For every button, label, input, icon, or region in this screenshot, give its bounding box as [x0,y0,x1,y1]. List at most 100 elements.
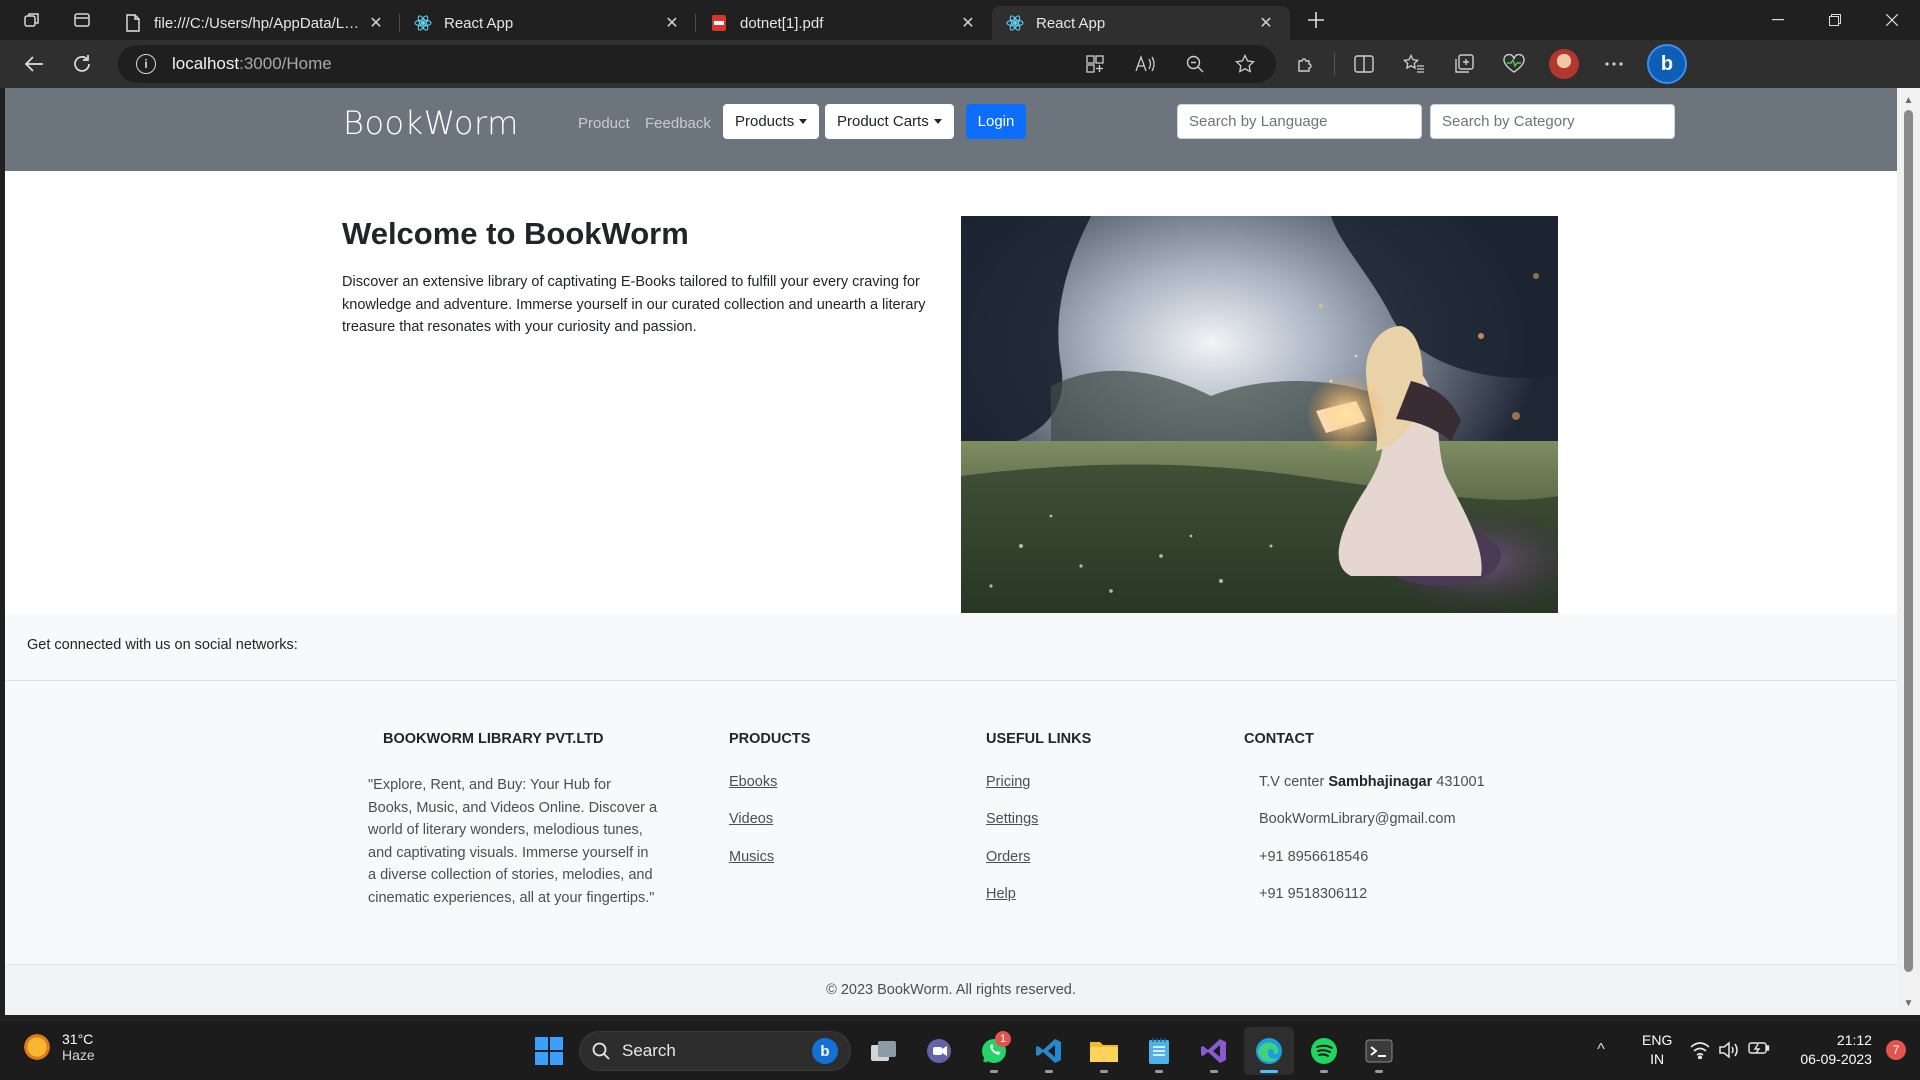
close-icon[interactable]: ✕ [958,13,978,33]
clock-date: 06-09-2023 [1800,1051,1872,1067]
running-indicator [1375,1070,1383,1073]
battery-icon [1748,1042,1770,1054]
lang-top: ENG [1642,1032,1673,1048]
brand-logo[interactable]: BookWorm [343,104,519,142]
login-button[interactable]: Login [966,104,1026,139]
refresh-icon[interactable] [58,44,106,84]
taskbar-apps: Search b 1 [524,1027,1409,1075]
weather-temp: 31°C [62,1031,94,1047]
browser-tab-4[interactable]: React App ✕ [992,6,1290,40]
footer-link-videos[interactable]: Videos [729,811,773,827]
react-icon [414,14,432,32]
favorites-icon[interactable] [1389,45,1439,83]
edge-button[interactable] [1244,1027,1294,1075]
taskbar-search-label: Search [622,1041,676,1060]
product-carts-dropdown[interactable]: Product Carts [825,104,954,139]
running-indicator [1045,1070,1053,1073]
products-dropdown[interactable]: Products [723,104,820,139]
browser-tab-3[interactable]: dotnet[1].pdf ✕ [696,6,992,40]
footer-contact-heading: CONTACT [1244,731,1314,747]
favorite-star-icon[interactable] [1220,45,1270,83]
search-category-input[interactable] [1430,104,1675,139]
toolbar-divider [1334,52,1335,76]
spotify-icon [1311,1038,1337,1064]
address-prefix: T.V center [1259,774,1329,790]
minimize-icon[interactable] [1749,0,1806,40]
zoom-out-icon[interactable] [1170,45,1220,83]
running-indicator [990,1070,998,1073]
taskbar-clock[interactable]: 21:12 06-09-2023 [1800,1031,1872,1069]
tab-title: file:///C:/Users/hp/AppData/Local/Temp [154,14,366,32]
chevron-up-icon[interactable]: ^ [1586,1041,1616,1059]
tab-title: React App [1036,14,1106,32]
tab-actions-icon[interactable] [62,0,102,40]
notification-badge[interactable]: 7 [1885,1040,1906,1060]
read-aloud-icon[interactable] [1120,45,1170,83]
page-viewport: BookWorm Product Feedback Products Produ… [5,88,1897,1015]
scrollbar-thumb[interactable] [1904,110,1913,972]
address-pin: 431001 [1432,774,1485,790]
search-language-input[interactable] [1177,104,1422,139]
browser-essentials-icon[interactable] [1489,45,1539,83]
footer-link-ebooks[interactable]: Ebooks [729,774,777,790]
browser-tab-2[interactable]: React App ✕ [400,6,696,40]
close-icon[interactable]: ✕ [662,13,682,33]
more-options-icon[interactable] [1589,45,1639,83]
new-tab-button[interactable] [1296,0,1336,40]
bing-copilot-icon[interactable]: b [1647,44,1687,84]
weather-widget[interactable]: 31°C Haze [22,1031,95,1063]
pdf-icon [710,14,728,32]
site-info-icon[interactable]: i [136,54,156,74]
hero-title: Welcome to BookWorm [342,216,689,251]
restore-icon[interactable] [1806,0,1863,40]
search-icon [592,1042,610,1060]
caret-down-icon [799,119,808,124]
task-view-button[interactable] [859,1027,909,1075]
running-indicator [1260,1070,1278,1073]
address-city: Sambhajinagar [1328,774,1433,790]
scroll-down-icon[interactable]: ▼ [1897,993,1920,1013]
footer-link-orders[interactable]: Orders [986,849,1030,865]
sun-haze-icon [22,1032,52,1062]
close-icon[interactable]: ✕ [366,13,386,33]
footer-link-musics[interactable]: Musics [729,849,774,865]
vscode-button[interactable] [1024,1027,1074,1075]
teams-chat-icon [927,1039,951,1063]
extensions-icon[interactable] [1280,45,1330,83]
footer-link-help[interactable]: Help [986,886,1016,902]
file-explorer-button[interactable] [1079,1027,1129,1075]
spotify-button[interactable] [1299,1027,1349,1075]
profile-avatar[interactable] [1539,45,1589,83]
page-scrollbar[interactable]: ▲ ▼ [1897,88,1920,1015]
quick-settings[interactable] [1690,1041,1770,1059]
scroll-up-icon[interactable]: ▲ [1897,90,1920,110]
close-icon[interactable]: ✕ [1256,13,1276,33]
back-icon[interactable] [10,44,58,84]
notepad-button[interactable] [1134,1027,1184,1075]
terminal-button[interactable] [1354,1027,1404,1075]
start-button[interactable] [524,1027,574,1075]
footer-link-settings[interactable]: Settings [986,811,1038,827]
split-screen-icon[interactable] [1339,45,1389,83]
visual-studio-icon [1201,1039,1226,1063]
file-icon [124,14,142,32]
address-bar-actions [1070,45,1270,83]
taskbar-search[interactable]: Search b [579,1031,851,1071]
tab-title: dotnet[1].pdf [740,14,824,32]
footer-contact-phone-2: +91 9518306112 [1259,886,1368,902]
app-available-icon[interactable] [1070,45,1120,83]
browser-tab-1[interactable]: file:///C:/Users/hp/AppData/Local/Temp ✕ [110,6,400,40]
close-window-icon[interactable] [1863,0,1920,40]
nav-link-product[interactable]: Product [578,115,630,132]
nav-link-feedback[interactable]: Feedback [645,115,711,132]
visual-studio-button[interactable] [1189,1027,1239,1075]
input-language[interactable]: ENG IN [1642,1031,1672,1069]
address-bar[interactable]: i localhost:3000/Home [118,45,1276,83]
workspaces-icon[interactable] [12,0,52,40]
footer-link-pricing[interactable]: Pricing [986,774,1030,790]
teams-meet-button[interactable] [914,1027,964,1075]
lang-bottom: IN [1650,1051,1665,1067]
whatsapp-button[interactable]: 1 [969,1027,1019,1075]
collections-icon[interactable] [1439,45,1489,83]
running-indicator [1100,1070,1108,1073]
